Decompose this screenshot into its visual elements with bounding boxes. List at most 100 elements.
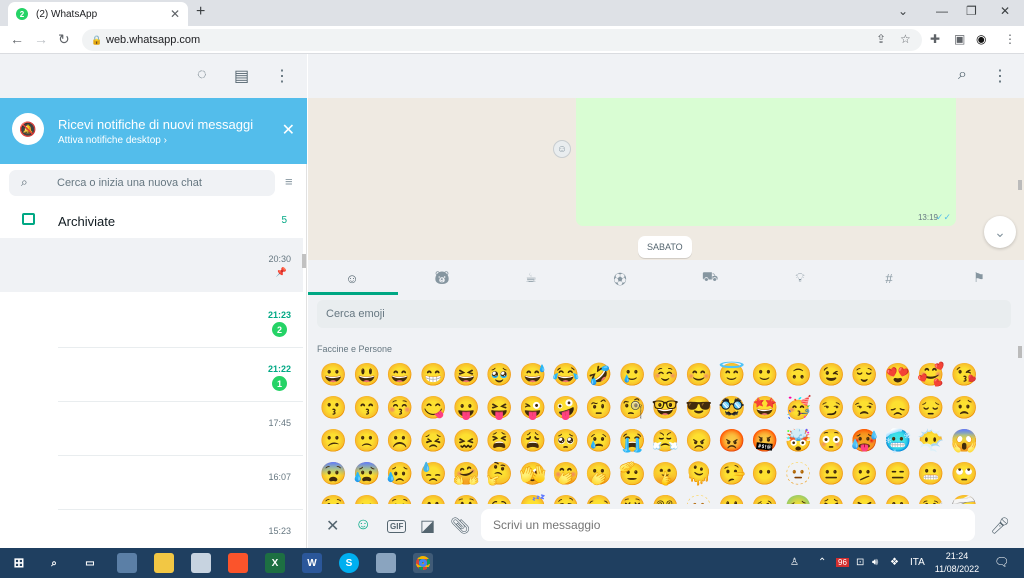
emoji-item[interactable]: 🫡 [616, 457, 649, 490]
emoji-item[interactable]: 😥 [383, 457, 416, 490]
emoji-item[interactable]: 😙 [350, 391, 383, 424]
attach-icon[interactable]: 📎︎ [450, 516, 470, 536]
url-bar[interactable]: 🔒 web.whatsapp.com [82, 29, 922, 51]
menu-icon[interactable]: ⋮ [274, 66, 290, 86]
emoji-item[interactable]: 😛 [450, 391, 483, 424]
emoji-item[interactable]: 😋 [417, 391, 450, 424]
chat-row[interactable]: 21:23 2 [0, 294, 303, 348]
emoji-item[interactable]: 😝 [483, 391, 516, 424]
emoji-item[interactable]: 🙁 [350, 424, 383, 457]
activity-icon[interactable]: ⚽︎ [610, 268, 630, 288]
emoji-item[interactable]: 😪 [583, 490, 616, 505]
outgoing-message-bubble[interactable]: 13:19 ✓✓ [576, 98, 956, 226]
animal-icon[interactable]: 🐻︎ [432, 268, 452, 288]
sticker-icon[interactable]: ◪ [420, 516, 435, 536]
clock[interactable]: 21:24 11/08/2022 [930, 550, 984, 576]
emoji-item[interactable]: 🤔 [483, 457, 516, 490]
emoji-item[interactable]: 😅 [516, 358, 549, 391]
emoji-item[interactable]: 😚 [383, 391, 416, 424]
emoji-item[interactable]: 😂 [549, 358, 582, 391]
emoji-item[interactable]: 🤓 [649, 391, 682, 424]
archived-row[interactable]: Archiviate 5 [0, 204, 307, 238]
emoji-item[interactable]: 😌 [848, 358, 881, 391]
emoji-item[interactable]: 🤭 [549, 457, 582, 490]
emoji-item[interactable]: 😍 [881, 358, 914, 391]
search-icon[interactable]: ⌕ [958, 66, 967, 84]
search-input[interactable]: ⌕ Cerca o inizia una nuova chat [9, 170, 275, 196]
reaction-icon[interactable]: ☺ [553, 140, 571, 158]
emoji-item[interactable]: 😵 [616, 490, 649, 505]
star-icon[interactable]: ☆ [900, 32, 911, 46]
emoji-item[interactable]: 🫠 [682, 457, 715, 490]
excel-icon[interactable]: X [265, 553, 285, 573]
minimize-icon[interactable]: — [936, 4, 948, 18]
tray-badge[interactable]: 96 [836, 558, 849, 567]
emoji-item[interactable]: 😓 [417, 457, 450, 490]
flags-icon[interactable]: ⚑ [969, 268, 989, 288]
emoji-item[interactable]: 😬 [914, 457, 947, 490]
search-icon[interactable]: ⌕ [44, 553, 64, 573]
emoji-item[interactable]: 😧 [383, 490, 416, 505]
emoji-item[interactable]: 😐 [815, 457, 848, 490]
emoji-item[interactable]: 🥵 [848, 424, 881, 457]
close-window-icon[interactable]: ✕ [1000, 4, 1010, 18]
emoji-item[interactable]: 🤒 [914, 490, 947, 505]
menu-icon[interactable]: ⋮ [992, 66, 1008, 86]
back-icon[interactable]: ← [10, 31, 24, 47]
chat-row[interactable]: 21:22 1 [0, 348, 303, 402]
notifications-icon[interactable]: 🗨︎ [994, 555, 1009, 569]
emoji-item[interactable]: 😭 [616, 424, 649, 457]
emoji-item[interactable]: 😃 [350, 358, 383, 391]
profile-icon[interactable]: ◉ [976, 32, 986, 46]
message-input[interactable] [481, 509, 975, 541]
emoji-item[interactable]: 🥳 [782, 391, 815, 424]
paint-icon[interactable] [376, 553, 396, 573]
task-view-icon[interactable]: ▭ [80, 553, 100, 573]
skype-icon[interactable]: S [339, 553, 359, 573]
network-icon[interactable]: ⊡ [856, 557, 864, 568]
close-banner-icon[interactable]: ✕ [282, 120, 295, 140]
chat-row[interactable]: 17:45 [0, 402, 303, 456]
maximize-icon[interactable]: ❐ [966, 4, 977, 18]
emoji-item[interactable]: 🤬 [748, 424, 781, 457]
emoji-item[interactable]: 😷 [881, 490, 914, 505]
emoji-item[interactable]: ☹️ [383, 424, 416, 457]
emoji-search-input[interactable]: Cerca emoji [317, 300, 1011, 328]
app-icon[interactable] [117, 553, 137, 573]
emoji-item[interactable]: 😜 [516, 391, 549, 424]
new-tab-icon[interactable]: + [196, 3, 205, 21]
emoji-item[interactable]: 🥹 [483, 358, 516, 391]
emoji-item[interactable]: 😶 [748, 457, 781, 490]
scroll-down-button[interactable]: ⌄ [984, 216, 1016, 248]
emoji-item[interactable]: 😟 [948, 391, 981, 424]
windows-start-icon[interactable]: ⊞ [9, 553, 29, 573]
emoji-item[interactable]: 🙂 [748, 358, 781, 391]
emoji-item[interactable]: 🫤 [848, 457, 881, 490]
chrome-icon[interactable] [413, 553, 433, 573]
emoji-item[interactable]: 😒 [848, 391, 881, 424]
scrollbar[interactable] [1018, 180, 1022, 190]
emoji-item[interactable]: 😕 [317, 424, 350, 457]
emoji-item[interactable]: 😱 [948, 424, 981, 457]
emoji-item[interactable]: 🤢 [782, 490, 815, 505]
extensions-icon[interactable]: ✚ [930, 32, 940, 46]
emoji-item[interactable]: 🥲 [616, 358, 649, 391]
emoji-item[interactable]: ☺️ [649, 358, 682, 391]
emoji-item[interactable]: 😎 [682, 391, 715, 424]
smiley-icon[interactable]: ☺ [342, 268, 362, 288]
objects-icon[interactable]: 💡︎ [790, 268, 810, 288]
emoji-item[interactable]: 🤮 [815, 490, 848, 505]
emoji-item[interactable]: 😠 [682, 424, 715, 457]
emoji-item[interactable]: 😀 [317, 358, 350, 391]
forward-icon[interactable]: → [34, 31, 48, 47]
emoji-item[interactable]: 😊 [682, 358, 715, 391]
emoji-item[interactable]: 🤕 [948, 490, 981, 505]
gif-icon[interactable]: GIF [387, 520, 407, 533]
share-icon[interactable]: ⇪ [876, 32, 886, 46]
emoji-item[interactable]: 🤗 [450, 457, 483, 490]
browser-tab[interactable]: 2 (2) WhatsApp ✕ [8, 2, 188, 26]
close-tab-icon[interactable]: ✕ [170, 7, 180, 21]
emoji-item[interactable]: 😮 [417, 490, 450, 505]
scrollbar[interactable] [302, 254, 306, 268]
enable-notifications-link[interactable]: Attiva notifiche desktop › [58, 135, 167, 146]
